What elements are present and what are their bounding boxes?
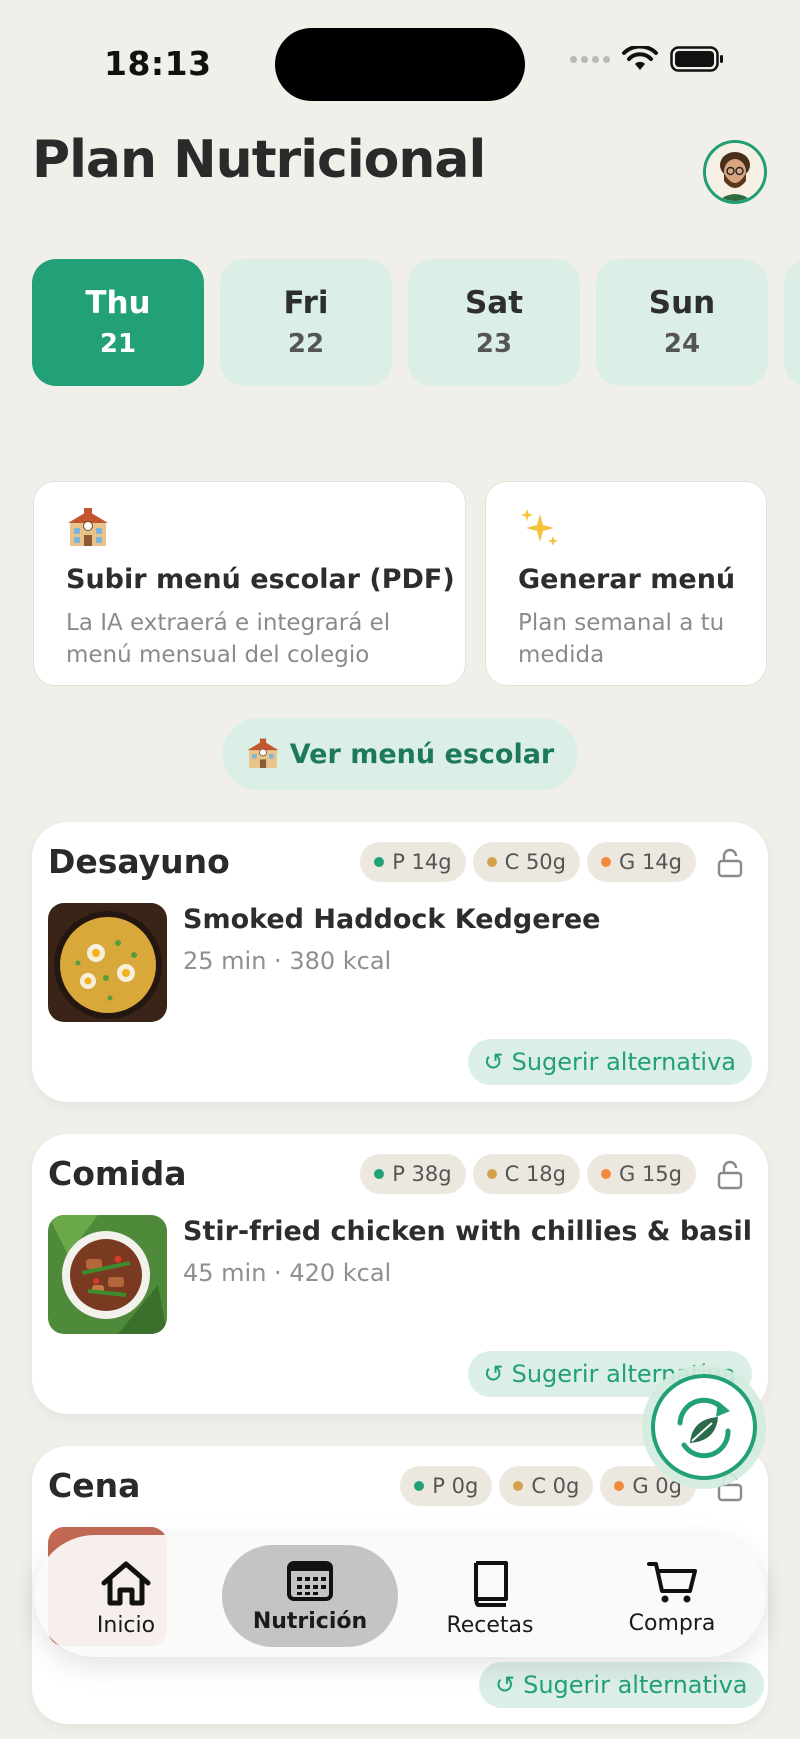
dynamic-island [275,28,525,101]
unlock-icon[interactable] [716,848,744,878]
protein-badge: P 0g [400,1466,493,1506]
protein-badge: P 38g [360,1154,466,1194]
upload-school-menu-desc: La IA extraerá e integrará el menú mensu… [66,610,391,668]
suggest-alternative-label: Sugerir alternativa [511,1048,736,1076]
meal-meta: 45 min · 420 kcal [183,1259,392,1287]
protein-badge: P 14g [360,842,466,882]
day-number: 24 [663,329,701,359]
generate-menu-desc: Plan semanal a tu medida [518,610,725,668]
day-name: Sat [464,285,524,321]
tab-label: Recetas [446,1613,534,1638]
macro-badges: P 14g C 50g G 14g [360,842,696,882]
suggest-alternative-button[interactable]: ↺ Sugerir alternativa [479,1662,764,1708]
leaf-refresh-icon [677,1397,731,1459]
day-number: 22 [287,329,325,359]
tab-compra[interactable]: Compra [592,1545,752,1647]
status-icons [570,46,724,72]
fat-badge: G 14g [587,842,696,882]
suggest-alternative-label: Sugerir alternativa [523,1671,748,1699]
page-title: Plan Nutricional [32,130,486,190]
suggest-alternative-button[interactable]: ↺ Sugerir alternativa [467,1039,752,1085]
battery-icon [670,46,723,72]
avatar[interactable] [703,140,767,204]
meal-title: Comida [48,1154,187,1193]
day-fri[interactable]: Fri 22 [220,259,392,386]
tab-nutricion[interactable]: Nutrición [222,1545,398,1647]
day-sat[interactable]: Sat 23 [408,259,580,386]
view-school-menu-button[interactable]: Ver menú escolar [222,718,578,790]
carbs-badge: C 0g [499,1466,594,1506]
status-bar: 18:13 [0,0,800,130]
meal-name[interactable]: Stir-fried chicken with chillies & basil [183,1216,752,1247]
day-name: Thu [85,285,151,321]
tab-label: Inicio [96,1613,156,1638]
meal-name[interactable]: Smoked Haddock Kedgeree [183,904,600,935]
profile-photo-icon [706,143,764,201]
day-number: 21 [99,329,137,359]
day-next[interactable] [784,259,800,386]
day-thu[interactable]: Thu 21 [32,259,204,386]
upload-school-menu-title: Subir menú escolar (PDF) [66,564,455,595]
meal-meta: 25 min · 380 kcal [183,947,392,975]
day-name: Sun [648,285,716,321]
regenerate-plan-fab[interactable] [642,1365,766,1489]
meal-card-comida: Comida P 38g C 18g G 15g Stir-fried chic… [32,1134,768,1414]
wifi-icon [622,46,658,70]
generate-menu-card[interactable]: Generar menú Plan semanal a tu medida [485,481,767,686]
meal-title: Cena [48,1466,141,1505]
kedgeree-image [48,903,167,1022]
tab-recetas[interactable]: Recetas [410,1545,570,1647]
generate-menu-title: Generar menú [518,564,736,595]
book-icon [474,1561,508,1607]
tab-inicio[interactable]: Inicio [46,1545,206,1647]
fat-badge: G 15g [587,1154,696,1194]
carbs-badge: C 50g [472,842,580,882]
day-selector: Thu 21 Fri 22 Sat 23 Sun 24 [32,259,800,387]
refresh-icon: ↺ [483,1048,504,1076]
upload-school-menu-card[interactable]: Subir menú escolar (PDF) La IA extraerá … [33,481,466,686]
stir-fry-image [48,1215,167,1334]
meal-photo[interactable] [48,903,167,1022]
status-time: 18:13 [104,44,212,83]
cellular-signal-icon [570,55,610,63]
day-name: Fri [283,285,329,321]
home-icon [101,1561,151,1606]
sparkles-icon [521,509,558,546]
macro-badges: P 0g C 0g G 0g [400,1466,696,1506]
school-icon [247,738,279,768]
day-sun[interactable]: Sun 24 [596,259,768,386]
day-number: 23 [475,329,513,359]
school-icon [68,508,108,546]
calendar-icon [287,1561,333,1601]
view-school-menu-label: Ver menú escolar [289,738,555,770]
tab-label: Compra [628,1611,716,1636]
meal-card-desayuno: Desayuno P 14g C 50g G 14g Smoked Haddoc… [32,822,768,1102]
tab-label: Nutrición [252,1609,368,1634]
tab-bar: Inicio Nutrición Recetas Compra [34,1535,766,1657]
refresh-icon: ↺ [483,1360,504,1388]
unlock-icon[interactable] [716,1160,744,1190]
meal-photo[interactable] [48,1215,167,1334]
cart-icon [647,1562,697,1603]
refresh-icon: ↺ [495,1671,516,1699]
carbs-badge: C 18g [472,1154,580,1194]
meal-title: Desayuno [48,842,230,881]
macro-badges: P 38g C 18g G 15g [360,1154,696,1194]
